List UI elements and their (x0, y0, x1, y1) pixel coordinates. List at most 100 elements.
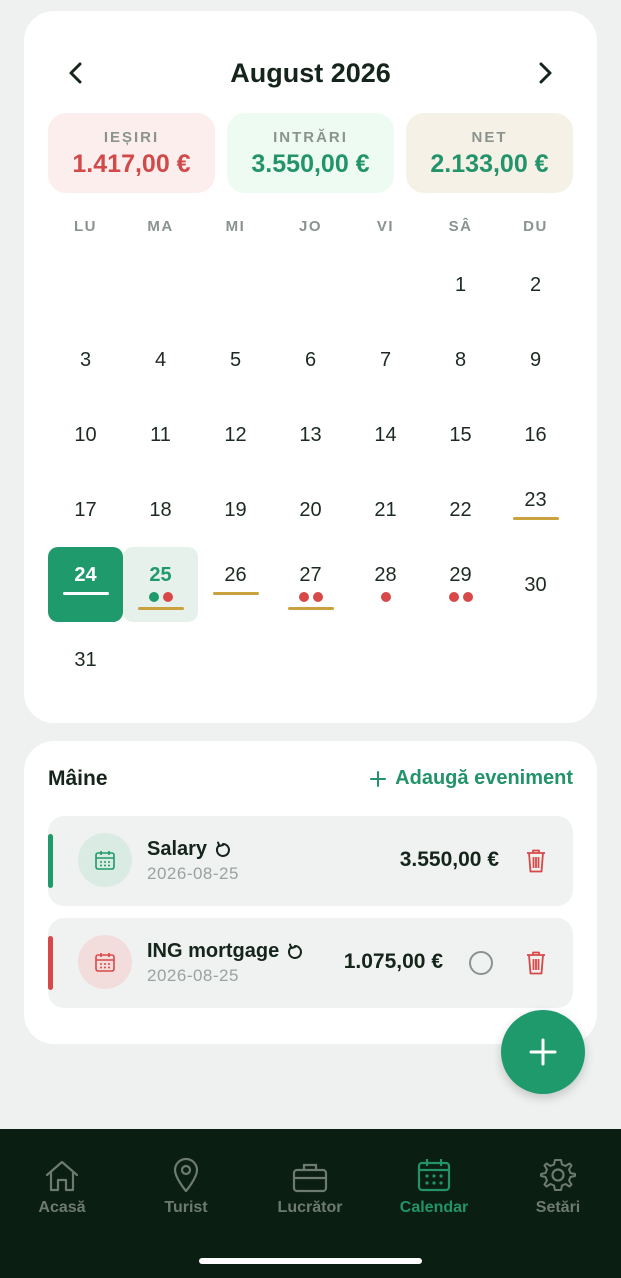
calendar-day[interactable]: 20 (273, 472, 348, 547)
weekday-label: LU (74, 218, 97, 235)
day-number: 30 (524, 573, 547, 596)
plus-icon (370, 770, 387, 787)
day-number: 14 (374, 423, 397, 446)
day-number: 7 (379, 348, 392, 371)
calendar-day[interactable]: 26 (198, 547, 273, 622)
calendar-day[interactable]: 7 (348, 322, 423, 397)
delete-event-button[interactable] (525, 950, 549, 976)
day-number: 24 (74, 564, 97, 586)
day-underline (62, 592, 109, 595)
home-indicator (199, 1258, 422, 1264)
calendar-day[interactable]: 11 (123, 397, 198, 472)
calendar-day[interactable]: 4 (123, 322, 198, 397)
income-dot (148, 592, 159, 602)
day-number: 10 (74, 423, 97, 446)
calendar-day[interactable]: 30 (498, 547, 573, 622)
map-pin-icon (173, 1157, 199, 1193)
events-title: Mâine (48, 767, 108, 790)
tab-worker[interactable]: Lucrător (248, 1153, 372, 1217)
calendar-day[interactable]: 12 (198, 397, 273, 472)
calendar-day[interactable]: 13 (273, 397, 348, 472)
event-dots (298, 592, 323, 602)
calendar-day[interactable]: 1 (423, 247, 498, 322)
day-number: 9 (529, 348, 542, 371)
event-item-salary[interactable]: Salary 2026-08-25 3.550,00 € (48, 816, 573, 906)
calendar-day[interactable]: 10 (48, 397, 123, 472)
calendar-day[interactable]: 14 (348, 397, 423, 472)
calendar-day[interactable]: 15 (423, 397, 498, 472)
event-name-text: ING mortgage (147, 940, 280, 962)
day-number: 1 (454, 273, 467, 296)
day-number: 13 (299, 423, 322, 446)
calendar-day[interactable]: 27 (273, 547, 348, 622)
day-number: 6 (304, 348, 317, 371)
calendar-day[interactable]: 9 (498, 322, 573, 397)
calendar-header: August 2026 (24, 47, 597, 99)
calendar-day[interactable]: 29 (423, 547, 498, 622)
calendar-grid: 1 2 3 4 5 6 7 8 9 10 11 12 13 14 15 16 17 18 19 20 21 22 23 24 2… (48, 247, 573, 697)
calendar-day[interactable]: 6 (273, 322, 348, 397)
calendar-day[interactable]: 28 (348, 547, 423, 622)
event-color-bar (48, 834, 53, 888)
recurring-icon (216, 841, 231, 857)
calendar-day[interactable]: 21 (348, 472, 423, 547)
calendar-day[interactable]: 22 (423, 472, 498, 547)
day-underline (212, 592, 259, 595)
summary-incoming: INTRĂRI 3.550,00 € (227, 113, 394, 193)
add-event-label: Adaugă eveniment (395, 767, 573, 789)
bottom-tab-bar: Acasă Turist Lucrător Calendar Setări (0, 1129, 621, 1278)
summary-outgoing: IEȘIRI 1.417,00 € (48, 113, 215, 193)
tab-home[interactable]: Acasă (0, 1153, 124, 1217)
day-number: 17 (74, 498, 97, 521)
events-header: Mâine Adaugă eveniment (48, 767, 573, 797)
day-number: 27 (299, 564, 322, 586)
expense-dot (380, 592, 391, 602)
event-name: Salary (147, 838, 232, 861)
day-number: 18 (149, 498, 172, 521)
add-fab-button[interactable] (501, 1010, 585, 1094)
calendar-day[interactable]: 23 (498, 472, 573, 547)
briefcase-icon (292, 1163, 328, 1193)
calendar-day[interactable]: 2 (498, 247, 573, 322)
event-name-text: Salary (147, 838, 208, 860)
event-icon-badge (78, 833, 132, 887)
tab-settings[interactable]: Setări (496, 1153, 620, 1217)
event-dots (148, 592, 173, 602)
event-name: ING mortgage (147, 940, 304, 963)
tab-calendar[interactable]: Calendar (372, 1153, 496, 1217)
day-number: 21 (374, 498, 397, 521)
day-number: 3 (79, 348, 92, 371)
calendar-day[interactable]: 5 (198, 322, 273, 397)
calendar-day[interactable]: 25 (123, 547, 198, 622)
summary-incoming-amount: 3.550,00 € (251, 150, 370, 178)
events-card: Mâine Adaugă eveniment Salary 2026-08-25… (24, 741, 597, 1044)
event-dots (448, 592, 473, 602)
calendar-day[interactable]: 19 (198, 472, 273, 547)
day-number: 8 (454, 348, 467, 371)
day-number: 29 (449, 564, 472, 586)
calendar-day[interactable]: 24 (48, 547, 123, 622)
day-number: 20 (299, 498, 322, 521)
calendar-icon (95, 851, 115, 870)
day-number: 12 (224, 423, 247, 446)
weekday-header: LU MA MI JO VI SÂ DU (48, 218, 573, 235)
next-month-button[interactable] (519, 47, 571, 99)
event-date: 2026-08-25 (147, 966, 239, 985)
calendar-day[interactable]: 16 (498, 397, 573, 472)
delete-event-button[interactable] (525, 848, 549, 874)
tab-tourist[interactable]: Turist (124, 1153, 248, 1217)
event-amount: 3.550,00 € (399, 848, 499, 871)
day-number: 28 (374, 564, 397, 586)
calendar-day[interactable]: 31 (48, 622, 123, 697)
mark-paid-checkbox[interactable] (469, 951, 493, 975)
calendar-day[interactable]: 17 (48, 472, 123, 547)
day-number: 15 (449, 423, 472, 446)
event-item-ing-mortgage[interactable]: ING mortgage 2026-08-25 1.075,00 € (48, 918, 573, 1008)
calendar-day[interactable]: 8 (423, 322, 498, 397)
day-number: 26 (224, 564, 247, 586)
calendar-day[interactable]: 18 (123, 472, 198, 547)
day-number: 22 (449, 498, 472, 521)
add-event-button[interactable]: Adaugă eveniment (369, 767, 573, 790)
day-number: 16 (524, 423, 547, 446)
calendar-day[interactable]: 3 (48, 322, 123, 397)
